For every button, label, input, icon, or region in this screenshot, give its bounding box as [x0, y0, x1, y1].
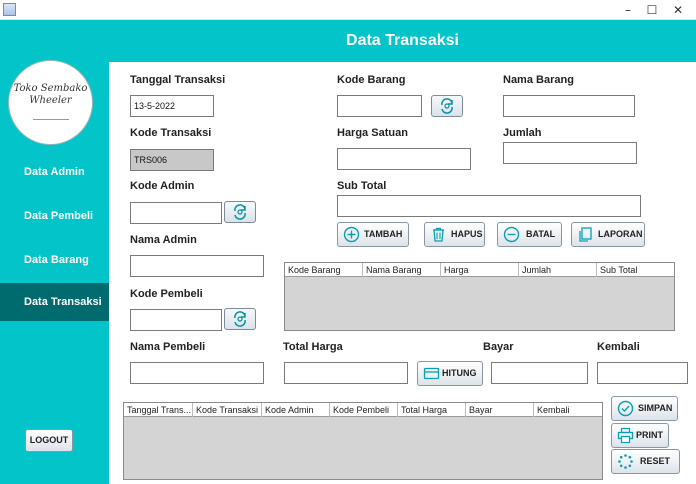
column-header-bayar[interactable]: Bayar — [466, 403, 534, 417]
kembali-field[interactable] — [597, 362, 688, 384]
check-circle-icon — [617, 400, 634, 417]
hapus-label: HAPUS — [451, 229, 483, 239]
search-barang-button[interactable] — [431, 95, 463, 117]
transaction-table[interactable]: Tanggal Trans... Kode Transaksi Kode Adm… — [123, 402, 603, 480]
close-button[interactable]: ✕ — [661, 0, 695, 20]
sidebar-item-data-pembeli[interactable]: Data Pembeli — [0, 197, 109, 235]
batal-button[interactable]: BATAL — [497, 222, 562, 247]
column-header-sub-total[interactable]: Sub Total — [597, 263, 674, 277]
nama-barang-field[interactable] — [503, 95, 635, 117]
document-copy-icon — [579, 227, 592, 242]
total-harga-field[interactable] — [284, 362, 408, 384]
reset-button[interactable]: RESET — [611, 449, 680, 474]
sidebar-item-data-transaksi[interactable]: Data Transaksi — [0, 283, 109, 321]
hapus-button[interactable]: HAPUS — [424, 222, 485, 247]
sub-total-label: Sub Total — [337, 180, 387, 192]
refresh-search-icon — [234, 311, 246, 327]
bayar-field[interactable] — [491, 362, 588, 384]
nama-barang-label: Nama Barang — [503, 74, 574, 86]
jumlah-label: Jumlah — [503, 127, 542, 139]
logout-button[interactable]: LOGOUT — [25, 429, 73, 452]
nama-admin-field[interactable] — [130, 255, 264, 277]
transaction-table-header: Tanggal Trans... Kode Transaksi Kode Adm… — [124, 403, 602, 417]
item-table[interactable]: Kode Barang Nama Barang Harga Jumlah Sub… — [284, 262, 675, 331]
sidebar: Toko Sembako Wheeler Data Admin Data Pem… — [0, 20, 109, 484]
nama-pembeli-label: Nama Pembeli — [130, 341, 206, 353]
kode-pembeli-label: Kode Pembeli — [130, 288, 203, 300]
kode-barang-label: Kode Barang — [337, 74, 406, 86]
search-admin-button[interactable] — [224, 201, 256, 223]
refresh-search-icon — [441, 98, 453, 114]
column-header-total-harga[interactable]: Total Harga — [398, 403, 466, 417]
search-pembeli-button[interactable] — [224, 308, 256, 330]
print-button[interactable]: PRINT — [611, 423, 669, 448]
column-header-kembali[interactable]: Kembali — [534, 403, 602, 417]
hitung-button[interactable]: HITUNG — [417, 361, 483, 386]
kembali-label: Kembali — [597, 341, 640, 353]
column-header-nama-barang[interactable]: Nama Barang — [363, 263, 441, 277]
loading-spinner-icon — [618, 454, 633, 469]
tanggal-transaksi-field[interactable]: 13-5-2022 — [130, 95, 214, 117]
app-icon — [3, 3, 16, 16]
printer-icon — [617, 427, 634, 444]
card-icon — [423, 367, 440, 380]
kode-transaksi-field[interactable]: TRS006 — [130, 149, 214, 171]
simpan-label: SIMPAN — [638, 403, 673, 413]
item-table-header: Kode Barang Nama Barang Harga Jumlah Sub… — [285, 263, 674, 277]
kode-transaksi-label: Kode Transaksi — [130, 127, 212, 139]
logo-text: Toko Sembako Wheeler — [13, 83, 88, 106]
print-label: PRINT — [636, 430, 663, 440]
tanggal-transaksi-label: Tanggal Transaksi — [130, 74, 226, 86]
column-header-kode-barang[interactable]: Kode Barang — [285, 263, 363, 277]
add-icon — [343, 226, 360, 243]
laporan-button[interactable]: LAPORAN — [571, 222, 645, 247]
column-header-jumlah[interactable]: Jumlah — [519, 263, 597, 277]
column-header-kode-transaksi[interactable]: Kode Transaksi — [193, 403, 262, 417]
sidebar-item-data-admin[interactable]: Data Admin — [0, 153, 109, 191]
hitung-label: HITUNG — [442, 368, 477, 378]
store-logo: Toko Sembako Wheeler — [8, 60, 93, 145]
kode-admin-label: Kode Admin — [130, 180, 195, 192]
nama-pembeli-field[interactable] — [130, 362, 264, 384]
nama-admin-label: Nama Admin — [130, 234, 197, 246]
sub-total-field[interactable] — [337, 195, 641, 217]
column-header-kode-pembeli[interactable]: Kode Pembeli — [330, 403, 398, 417]
harga-satuan-label: Harga Satuan — [337, 127, 408, 139]
trash-icon — [433, 227, 444, 242]
page-title: Data Transaksi — [346, 32, 459, 49]
jumlah-field[interactable] — [503, 142, 637, 164]
simpan-button[interactable]: SIMPAN — [611, 396, 678, 421]
total-harga-label: Total Harga — [283, 341, 343, 353]
reset-label: RESET — [640, 456, 671, 466]
column-header-kode-admin[interactable]: Kode Admin — [262, 403, 330, 417]
minus-icon — [503, 226, 520, 243]
tambah-button[interactable]: TAMBAH — [337, 222, 409, 247]
kode-admin-field[interactable] — [130, 202, 222, 224]
refresh-search-icon — [234, 204, 246, 220]
window-titlebar: – ☐ ✕ — [0, 0, 696, 20]
kode-barang-field[interactable] — [337, 95, 422, 117]
logo-divider — [33, 119, 69, 120]
column-header-harga[interactable]: Harga — [441, 263, 519, 277]
column-header-tanggal[interactable]: Tanggal Trans... — [124, 403, 193, 417]
bayar-label: Bayar — [483, 341, 514, 353]
header-bar: Data Transaksi — [109, 20, 696, 62]
kode-pembeli-field[interactable] — [130, 309, 222, 331]
tambah-label: TAMBAH — [364, 229, 403, 239]
batal-label: BATAL — [526, 229, 556, 239]
sidebar-item-data-barang[interactable]: Data Barang — [0, 241, 109, 279]
harga-satuan-field[interactable] — [337, 148, 471, 170]
laporan-label: LAPORAN — [598, 229, 643, 239]
